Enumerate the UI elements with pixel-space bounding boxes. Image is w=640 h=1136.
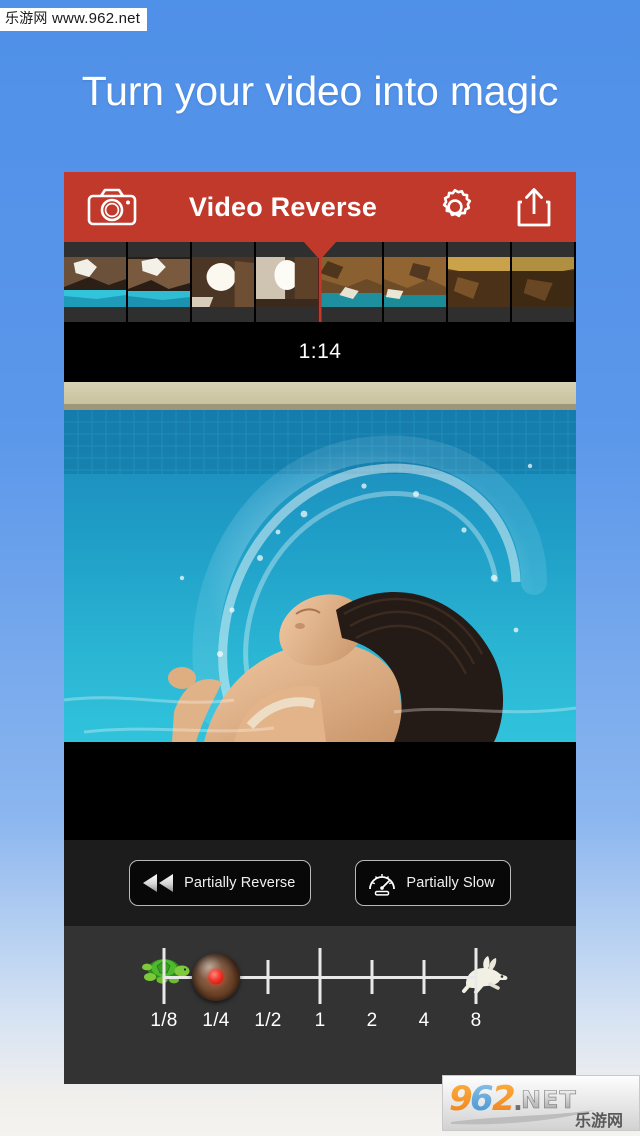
frame-thumbnail — [192, 257, 254, 307]
action-button-panel: Partially Reverse Partially Slow — [64, 840, 576, 926]
turtle-glyph — [142, 959, 190, 984]
frame-thumbnail — [64, 257, 126, 307]
share-icon — [517, 188, 551, 227]
speed-label-1-4: 1/4 — [202, 1010, 230, 1031]
speed-tick-8[interactable] — [474, 948, 478, 1004]
app-screen: Video Reverse 1:14 Partially Reverse Par… — [64, 172, 576, 1084]
speed-label-2: 2 — [366, 1010, 378, 1031]
speed-handle-core — [208, 969, 224, 985]
app-header: Video Reverse — [64, 172, 576, 242]
speed-tick-1-8[interactable] — [162, 948, 166, 1004]
svg-text:6: 6 — [470, 1079, 494, 1119]
watermark-962net-logo: 9 6 2 . NET 乐游网 — [449, 1079, 623, 1130]
partially-slow-button[interactable]: Partially Slow — [355, 860, 511, 906]
video-letterbox — [64, 742, 576, 840]
video-frame-image — [64, 382, 576, 742]
settings-button[interactable] — [434, 186, 476, 228]
filmstrip-frame[interactable] — [448, 242, 512, 322]
watermark-top: 乐游网 www.962.net — [0, 8, 148, 31]
current-time: 1:14 — [298, 340, 342, 363]
speed-label-1-8: 1/8 — [150, 1010, 178, 1031]
partially-reverse-button[interactable]: Partially Reverse — [129, 860, 312, 906]
speed-slider-panel: 1/8 1/4 1/2 1 2 4 8 — [64, 926, 576, 1084]
filmstrip-frame[interactable] — [512, 242, 576, 322]
filmstrip-frame[interactable] — [192, 242, 256, 322]
watermark-bottom: 9 6 2 . NET 乐游网 — [442, 1075, 640, 1131]
speedometer-icon — [369, 874, 396, 896]
svg-text:NET: NET — [521, 1086, 577, 1114]
frame-thumbnail — [320, 257, 382, 307]
speed-label-4: 4 — [418, 1010, 430, 1031]
speed-slider-handle[interactable] — [192, 953, 240, 1001]
partially-reverse-label: Partially Reverse — [184, 875, 296, 891]
rabbit-glyph — [462, 956, 508, 994]
speed-label-1-2: 1/2 — [254, 1010, 282, 1031]
camera-icon — [87, 188, 137, 226]
rabbit-icon — [460, 954, 512, 994]
video-preview[interactable] — [64, 382, 576, 742]
frame-thumbnail — [448, 257, 510, 307]
share-button[interactable] — [514, 185, 554, 229]
speed-tick-1[interactable] — [318, 948, 322, 1004]
rewind-icon — [143, 874, 174, 892]
filmstrip-frame[interactable] — [384, 242, 448, 322]
frame-thumbnail — [128, 257, 190, 307]
playhead-marker-icon[interactable] — [303, 242, 337, 260]
gear-icon — [442, 188, 472, 218]
speed-label-8: 8 — [470, 1010, 482, 1031]
frame-thumbnail — [512, 257, 574, 307]
speed-tick-2[interactable] — [370, 960, 374, 994]
speed-label-1: 1 — [314, 1010, 326, 1031]
frame-thumbnail — [256, 257, 318, 307]
frame-thumbnail — [384, 257, 446, 307]
speed-tick-1-2[interactable] — [266, 960, 270, 994]
filmstrip-frame[interactable] — [128, 242, 192, 322]
partially-slow-label: Partially Slow — [406, 875, 495, 891]
timeline-filmstrip[interactable] — [64, 242, 576, 322]
filmstrip-frame[interactable] — [64, 242, 128, 322]
watermark-top-site-cn: 乐游网 — [5, 11, 48, 27]
camera-button[interactable] — [86, 187, 138, 227]
speed-tick-4[interactable] — [422, 960, 426, 994]
watermark-top-url: www.962.net — [51, 10, 141, 27]
turtle-icon — [140, 954, 192, 988]
time-display-bar: 1:14 — [64, 322, 576, 382]
promo-tagline: Turn your video into magic — [81, 68, 559, 114]
watermark-bottom-site-cn: 乐游网 — [575, 1111, 623, 1130]
page-title: Video Reverse — [188, 191, 378, 222]
